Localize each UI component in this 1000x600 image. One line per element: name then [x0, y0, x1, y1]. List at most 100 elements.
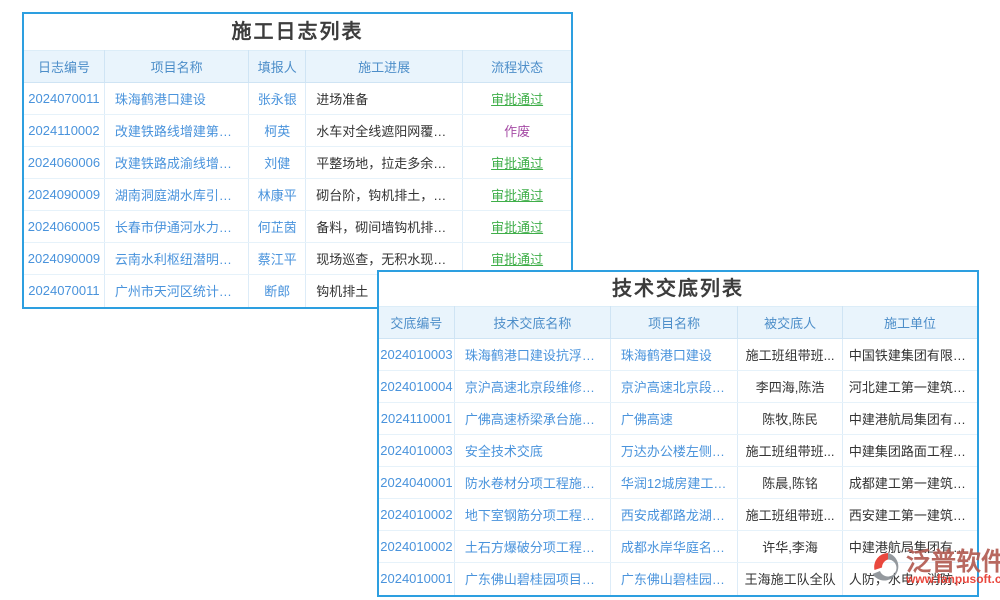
status-badge[interactable]: 审批通过	[463, 147, 571, 179]
reporter-link[interactable]: 蔡江平	[249, 243, 306, 275]
project-name-link[interactable]: 西安成都路龙湖上...	[610, 499, 737, 531]
header-row: 日志编号项目名称填报人施工进展流程状态	[24, 51, 571, 83]
header-row: 交底编号技术交底名称项目名称被交底人施工单位	[379, 307, 977, 339]
progress-text: 平整场地，拉走多余泥土15...	[306, 147, 463, 179]
unit-text: 中建港航局集团有限...	[842, 403, 977, 435]
log-table-row: 2024060005长春市伊通河水力发电厂...何芷茵备料，砌间墙钩机排土，瓦.…	[24, 211, 571, 243]
disclosure-id-link[interactable]: 2024110001	[379, 403, 454, 435]
log-table-row: 2024110002改建铁路线增建第二线直...柯英水车对全线遮阳网覆盖点进..…	[24, 115, 571, 147]
status-badge[interactable]: 审批通过	[463, 83, 571, 115]
disclosure-name-link[interactable]: 土石方爆破分项工程施工...	[454, 531, 610, 563]
disclosure-id-link[interactable]: 2024010003	[379, 435, 454, 467]
project-name-link[interactable]: 改建铁路成渝线增建第二...	[104, 147, 248, 179]
technical-disclosure-table: 交底编号技术交底名称项目名称被交底人施工单位 2024010003珠海鹤港口建设…	[379, 306, 977, 595]
receiver-text: 王海施工队全队	[738, 563, 843, 595]
disclosure-name-link[interactable]: 安全技术交底	[454, 435, 610, 467]
technical-disclosure-body: 2024010003珠海鹤港口建设抗浮锚杆...珠海鹤港口建设施工班组带班...…	[379, 339, 977, 595]
log-id-link[interactable]: 2024060006	[24, 147, 104, 179]
log-column-header: 项目名称	[104, 51, 248, 83]
technical-disclosure-header: 交底编号技术交底名称项目名称被交底人施工单位	[379, 307, 977, 339]
log-id-link[interactable]: 2024110002	[24, 115, 104, 147]
log-column-header: 填报人	[249, 51, 306, 83]
unit-text: 成都建工第一建筑有...	[842, 467, 977, 499]
reporter-link[interactable]: 断郎	[249, 275, 306, 307]
progress-text: 水车对全线遮阳网覆盖点进...	[306, 115, 463, 147]
disclosure-column-header: 被交底人	[738, 307, 843, 339]
unit-text: 西安建工第一建筑有...	[842, 499, 977, 531]
disclosure-column-header: 交底编号	[379, 307, 454, 339]
construction-log-header: 日志编号项目名称填报人施工进展流程状态	[24, 51, 571, 83]
project-name-link[interactable]: 京沪高速北京段维修	[610, 371, 737, 403]
status-badge: 作废	[463, 115, 571, 147]
log-id-link[interactable]: 2024090009	[24, 243, 104, 275]
unit-text: 河北建工第一建筑有...	[842, 371, 977, 403]
project-name-link[interactable]: 湖南洞庭湖水库引水工程...	[104, 179, 248, 211]
disclosure-id-link[interactable]: 2024010002	[379, 531, 454, 563]
disclosure-name-link[interactable]: 地下室钢筋分项工程施工...	[454, 499, 610, 531]
disclosure-id-link[interactable]: 2024010004	[379, 371, 454, 403]
disclosure-table-row: 2024040001防水卷材分项工程施工技...华润12城房建工程...陈晨,陈…	[379, 467, 977, 499]
construction-log-title: 施工日志列表	[24, 14, 571, 50]
project-name-link[interactable]: 广东佛山碧桂园项目	[610, 563, 737, 595]
progress-text: 备料，砌间墙钩机排土，瓦...	[306, 211, 463, 243]
progress-text: 砌台阶，钩机排土，二包砌...	[306, 179, 463, 211]
project-name-link[interactable]: 华润12城房建工程...	[610, 467, 737, 499]
reporter-link[interactable]: 林康平	[249, 179, 306, 211]
project-name-link[interactable]: 珠海鹤港口建设	[610, 339, 737, 371]
disclosure-column-header: 施工单位	[842, 307, 977, 339]
progress-text: 进场准备	[306, 83, 463, 115]
disclosure-name-link[interactable]: 广东佛山碧桂园项目人防...	[454, 563, 610, 595]
project-name-link[interactable]: 广州市天河区统计局机房...	[104, 275, 248, 307]
technical-disclosure-title: 技术交底列表	[379, 272, 977, 306]
project-name-link[interactable]: 广佛高速	[610, 403, 737, 435]
project-name-link[interactable]: 云南水利枢纽潜明水库一...	[104, 243, 248, 275]
log-id-link[interactable]: 2024060005	[24, 211, 104, 243]
disclosure-table-row: 2024010003珠海鹤港口建设抗浮锚杆...珠海鹤港口建设施工班组带班...…	[379, 339, 977, 371]
log-id-link[interactable]: 2024070011	[24, 83, 104, 115]
project-name-link[interactable]: 珠海鹤港口建设	[104, 83, 248, 115]
disclosure-table-row: 2024010004京沪高速北京段维修桩帽...京沪高速北京段维修李四海,陈浩河…	[379, 371, 977, 403]
reporter-link[interactable]: 柯英	[249, 115, 306, 147]
status-badge[interactable]: 审批通过	[463, 211, 571, 243]
disclosure-name-link[interactable]: 京沪高速北京段维修桩帽...	[454, 371, 610, 403]
disclosure-table-row: 2024010003安全技术交底万达办公楼左侧A...施工班组带班...中建集团…	[379, 435, 977, 467]
receiver-text: 陈晨,陈铭	[738, 467, 843, 499]
disclosure-column-header: 项目名称	[610, 307, 737, 339]
disclosure-id-link[interactable]: 2024010003	[379, 339, 454, 371]
reporter-link[interactable]: 刘健	[249, 147, 306, 179]
unit-text: 中建港航局集团有限...	[842, 531, 977, 563]
disclosure-name-link[interactable]: 防水卷材分项工程施工技...	[454, 467, 610, 499]
receiver-text: 李四海,陈浩	[738, 371, 843, 403]
disclosure-table-row: 2024010002地下室钢筋分项工程施工...西安成都路龙湖上...施工班组带…	[379, 499, 977, 531]
disclosure-id-link[interactable]: 2024010002	[379, 499, 454, 531]
receiver-text: 施工班组带班...	[738, 435, 843, 467]
app-screen: 施工日志列表 日志编号项目名称填报人施工进展流程状态 2024070011珠海鹤…	[0, 0, 1000, 600]
receiver-text: 施工班组带班...	[738, 499, 843, 531]
disclosure-id-link[interactable]: 2024010001	[379, 563, 454, 595]
status-badge[interactable]: 审批通过	[463, 179, 571, 211]
project-name-link[interactable]: 改建铁路线增建第二线直...	[104, 115, 248, 147]
technical-disclosure-panel: 技术交底列表 交底编号技术交底名称项目名称被交底人施工单位 2024010003…	[377, 270, 979, 597]
project-name-link[interactable]: 成都水岸华庭名苑...	[610, 531, 737, 563]
unit-text: 中建集团路面工程有...	[842, 435, 977, 467]
log-column-header: 日志编号	[24, 51, 104, 83]
construction-log-panel: 施工日志列表 日志编号项目名称填报人施工进展流程状态 2024070011珠海鹤…	[22, 12, 573, 309]
disclosure-table-row: 2024110001广佛高速桥梁承台施工技...广佛高速陈牧,陈民中建港航局集团…	[379, 403, 977, 435]
project-name-link[interactable]: 万达办公楼左侧A...	[610, 435, 737, 467]
unit-text: 中国铁建集团有限公司	[842, 339, 977, 371]
project-name-link[interactable]: 长春市伊通河水力发电厂...	[104, 211, 248, 243]
unit-text: 人防，水电，消防疏通	[842, 563, 977, 595]
reporter-link[interactable]: 何芷茵	[249, 211, 306, 243]
disclosure-name-link[interactable]: 广佛高速桥梁承台施工技...	[454, 403, 610, 435]
disclosure-id-link[interactable]: 2024040001	[379, 467, 454, 499]
disclosure-table-row: 2024010001广东佛山碧桂园项目人防...广东佛山碧桂园项目王海施工队全队…	[379, 563, 977, 595]
log-id-link[interactable]: 2024070011	[24, 275, 104, 307]
log-id-link[interactable]: 2024090009	[24, 179, 104, 211]
log-table-row: 2024070011珠海鹤港口建设张永银进场准备审批通过	[24, 83, 571, 115]
reporter-link[interactable]: 张永银	[249, 83, 306, 115]
disclosure-table-row: 2024010002土石方爆破分项工程施工...成都水岸华庭名苑...许华,李海…	[379, 531, 977, 563]
construction-log-table: 日志编号项目名称填报人施工进展流程状态 2024070011珠海鹤港口建设张永银…	[24, 50, 571, 307]
disclosure-name-link[interactable]: 珠海鹤港口建设抗浮锚杆...	[454, 339, 610, 371]
receiver-text: 陈牧,陈民	[738, 403, 843, 435]
disclosure-column-header: 技术交底名称	[454, 307, 610, 339]
